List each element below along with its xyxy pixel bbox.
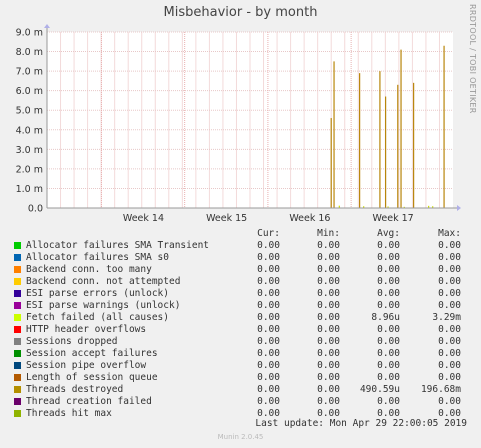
legend-swatch — [14, 290, 21, 297]
legend-max-value: 196.68m — [420, 384, 461, 395]
last-update: Last update: Mon Apr 29 22:00:05 2019 — [255, 418, 467, 429]
y-tick-label: 8.0 m — [16, 47, 43, 58]
legend-label: Session accept failures — [26, 348, 158, 359]
legend-swatch — [14, 302, 21, 309]
legend-label: Length of session queue — [26, 372, 158, 383]
legend-swatch — [14, 374, 21, 381]
legend-max-value: 0.00 — [438, 300, 461, 311]
legend-label: Session pipe overflow — [26, 360, 147, 371]
legend-swatch — [14, 278, 21, 285]
legend-max-value: 0.00 — [438, 276, 461, 287]
legend-header-max: Max: — [438, 228, 461, 239]
legend-label: Thread creation failed — [26, 396, 152, 407]
legend-max-value: 0.00 — [438, 240, 461, 251]
x-tick-label: Week 17 — [373, 213, 414, 224]
y-tick-label: 5.0 m — [16, 106, 43, 117]
munin-version: Munin 2.0.45 — [217, 433, 264, 441]
legend-max-value: 0.00 — [438, 288, 461, 299]
legend-row: ESI parse errors (unlock) 0.00 0.00 0.00 0.0… — [0, 288, 481, 300]
legend-label: ESI parse errors (unlock) — [26, 288, 169, 299]
legend-row: Threads destroyed 0.00 0.00 490.59u 196.68m — [0, 384, 481, 396]
legend-max-value: 0.00 — [438, 360, 461, 371]
legend-swatch — [14, 350, 21, 357]
legend-table: Cur: Min: Avg: Max: Allocator failures S… — [0, 228, 481, 420]
munin-graph: Misbehavior - by month RRDTOOL / TOBI OE… — [0, 0, 481, 448]
legend-max-value: 0.00 — [438, 348, 461, 359]
y-tick-label: 4.0 m — [16, 125, 43, 136]
legend-max-value: 0.00 — [438, 324, 461, 335]
legend-swatch — [14, 326, 21, 333]
legend-max-value: 0.00 — [438, 336, 461, 347]
legend-row: Sessions dropped 0.00 0.00 0.00 0.00 — [0, 336, 481, 348]
x-axis-arrow — [457, 205, 461, 211]
legend-row: Session pipe overflow 0.00 0.00 0.00 0.00 — [0, 360, 481, 372]
legend-swatch — [14, 266, 21, 273]
chart-plot: 0.0 1.0 m 2.0 m 3.0 m 4.0 m 5.0 m 6.0 m 7.0 m 8.… — [16, 24, 461, 224]
legend-row: Length of session queue 0.00 0.00 0.00 0.00 — [0, 372, 481, 384]
legend-row: Allocator failures SMA Transient 0.00 0.00… — [0, 240, 481, 252]
legend-label: HTTP header overflows — [26, 324, 147, 335]
y-tick-label: 2.0 m — [16, 164, 43, 175]
legend-swatch — [14, 398, 21, 405]
legend-label: Backend conn. not attempted — [26, 276, 181, 287]
y-tick-label: 0.0 — [28, 204, 43, 215]
legend-max-value: 0.00 — [438, 372, 461, 383]
y-tick-label: 1.0 m — [16, 184, 43, 195]
legend-row: HTTP header overflows 0.00 0.00 0.00 0.00 — [0, 324, 481, 336]
legend-label: Sessions dropped — [26, 336, 118, 347]
legend-row: Backend conn. too many 0.00 0.00 0.00 0.00 — [0, 264, 481, 276]
legend-label: Threads hit max — [26, 408, 112, 419]
legend-max-value: 0.00 — [438, 396, 461, 407]
y-axis-arrow — [44, 24, 50, 28]
y-tick-label: 6.0 m — [16, 86, 43, 97]
legend-swatch — [14, 362, 21, 369]
legend-label: Backend conn. too many — [26, 264, 152, 275]
x-tick-label: Week 15 — [206, 213, 247, 224]
legend-row: Allocator failures SMA s0 0.00 0.00 0.00 0.0… — [0, 252, 481, 264]
legend-label: Allocator failures SMA s0 — [26, 252, 169, 263]
y-tick-label: 3.0 m — [16, 145, 43, 156]
y-tick-label: 9.0 m — [16, 28, 43, 39]
legend-max-value: 0.00 — [438, 252, 461, 263]
legend-swatch — [14, 254, 21, 261]
legend-label: Allocator failures SMA Transient — [26, 240, 210, 251]
legend-row: Backend conn. not attempted 0.00 0.00 0.00 0… — [0, 276, 481, 288]
x-tick-label: Week 16 — [289, 213, 330, 224]
y-tick-label: 7.0 m — [16, 67, 43, 78]
legend-swatch — [14, 242, 21, 249]
legend-row: Session accept failures 0.00 0.00 0.00 0.00 — [0, 348, 481, 360]
legend-swatch — [14, 386, 21, 393]
legend-max-value: 0.00 — [438, 264, 461, 275]
legend-swatch — [14, 314, 21, 321]
legend-row: ESI parse warnings (unlock) 0.00 0.00 0.00 0… — [0, 300, 481, 312]
legend-header: Cur: Min: Avg: Max: — [0, 228, 481, 240]
legend-label: Threads destroyed — [26, 384, 124, 395]
legend-label: ESI parse warnings (unlock) — [26, 300, 181, 311]
x-tick-label: Week 14 — [123, 213, 164, 224]
legend-row: Thread creation failed 0.00 0.00 0.00 0.00 — [0, 396, 481, 408]
legend-swatch — [14, 338, 21, 345]
legend-swatch — [14, 410, 21, 417]
legend-label: Fetch failed (all causes) — [26, 312, 169, 323]
legend-max-value: 3.29m — [432, 312, 461, 323]
legend-row: Fetch failed (all causes) 0.00 0.00 8.96u 3.… — [0, 312, 481, 324]
